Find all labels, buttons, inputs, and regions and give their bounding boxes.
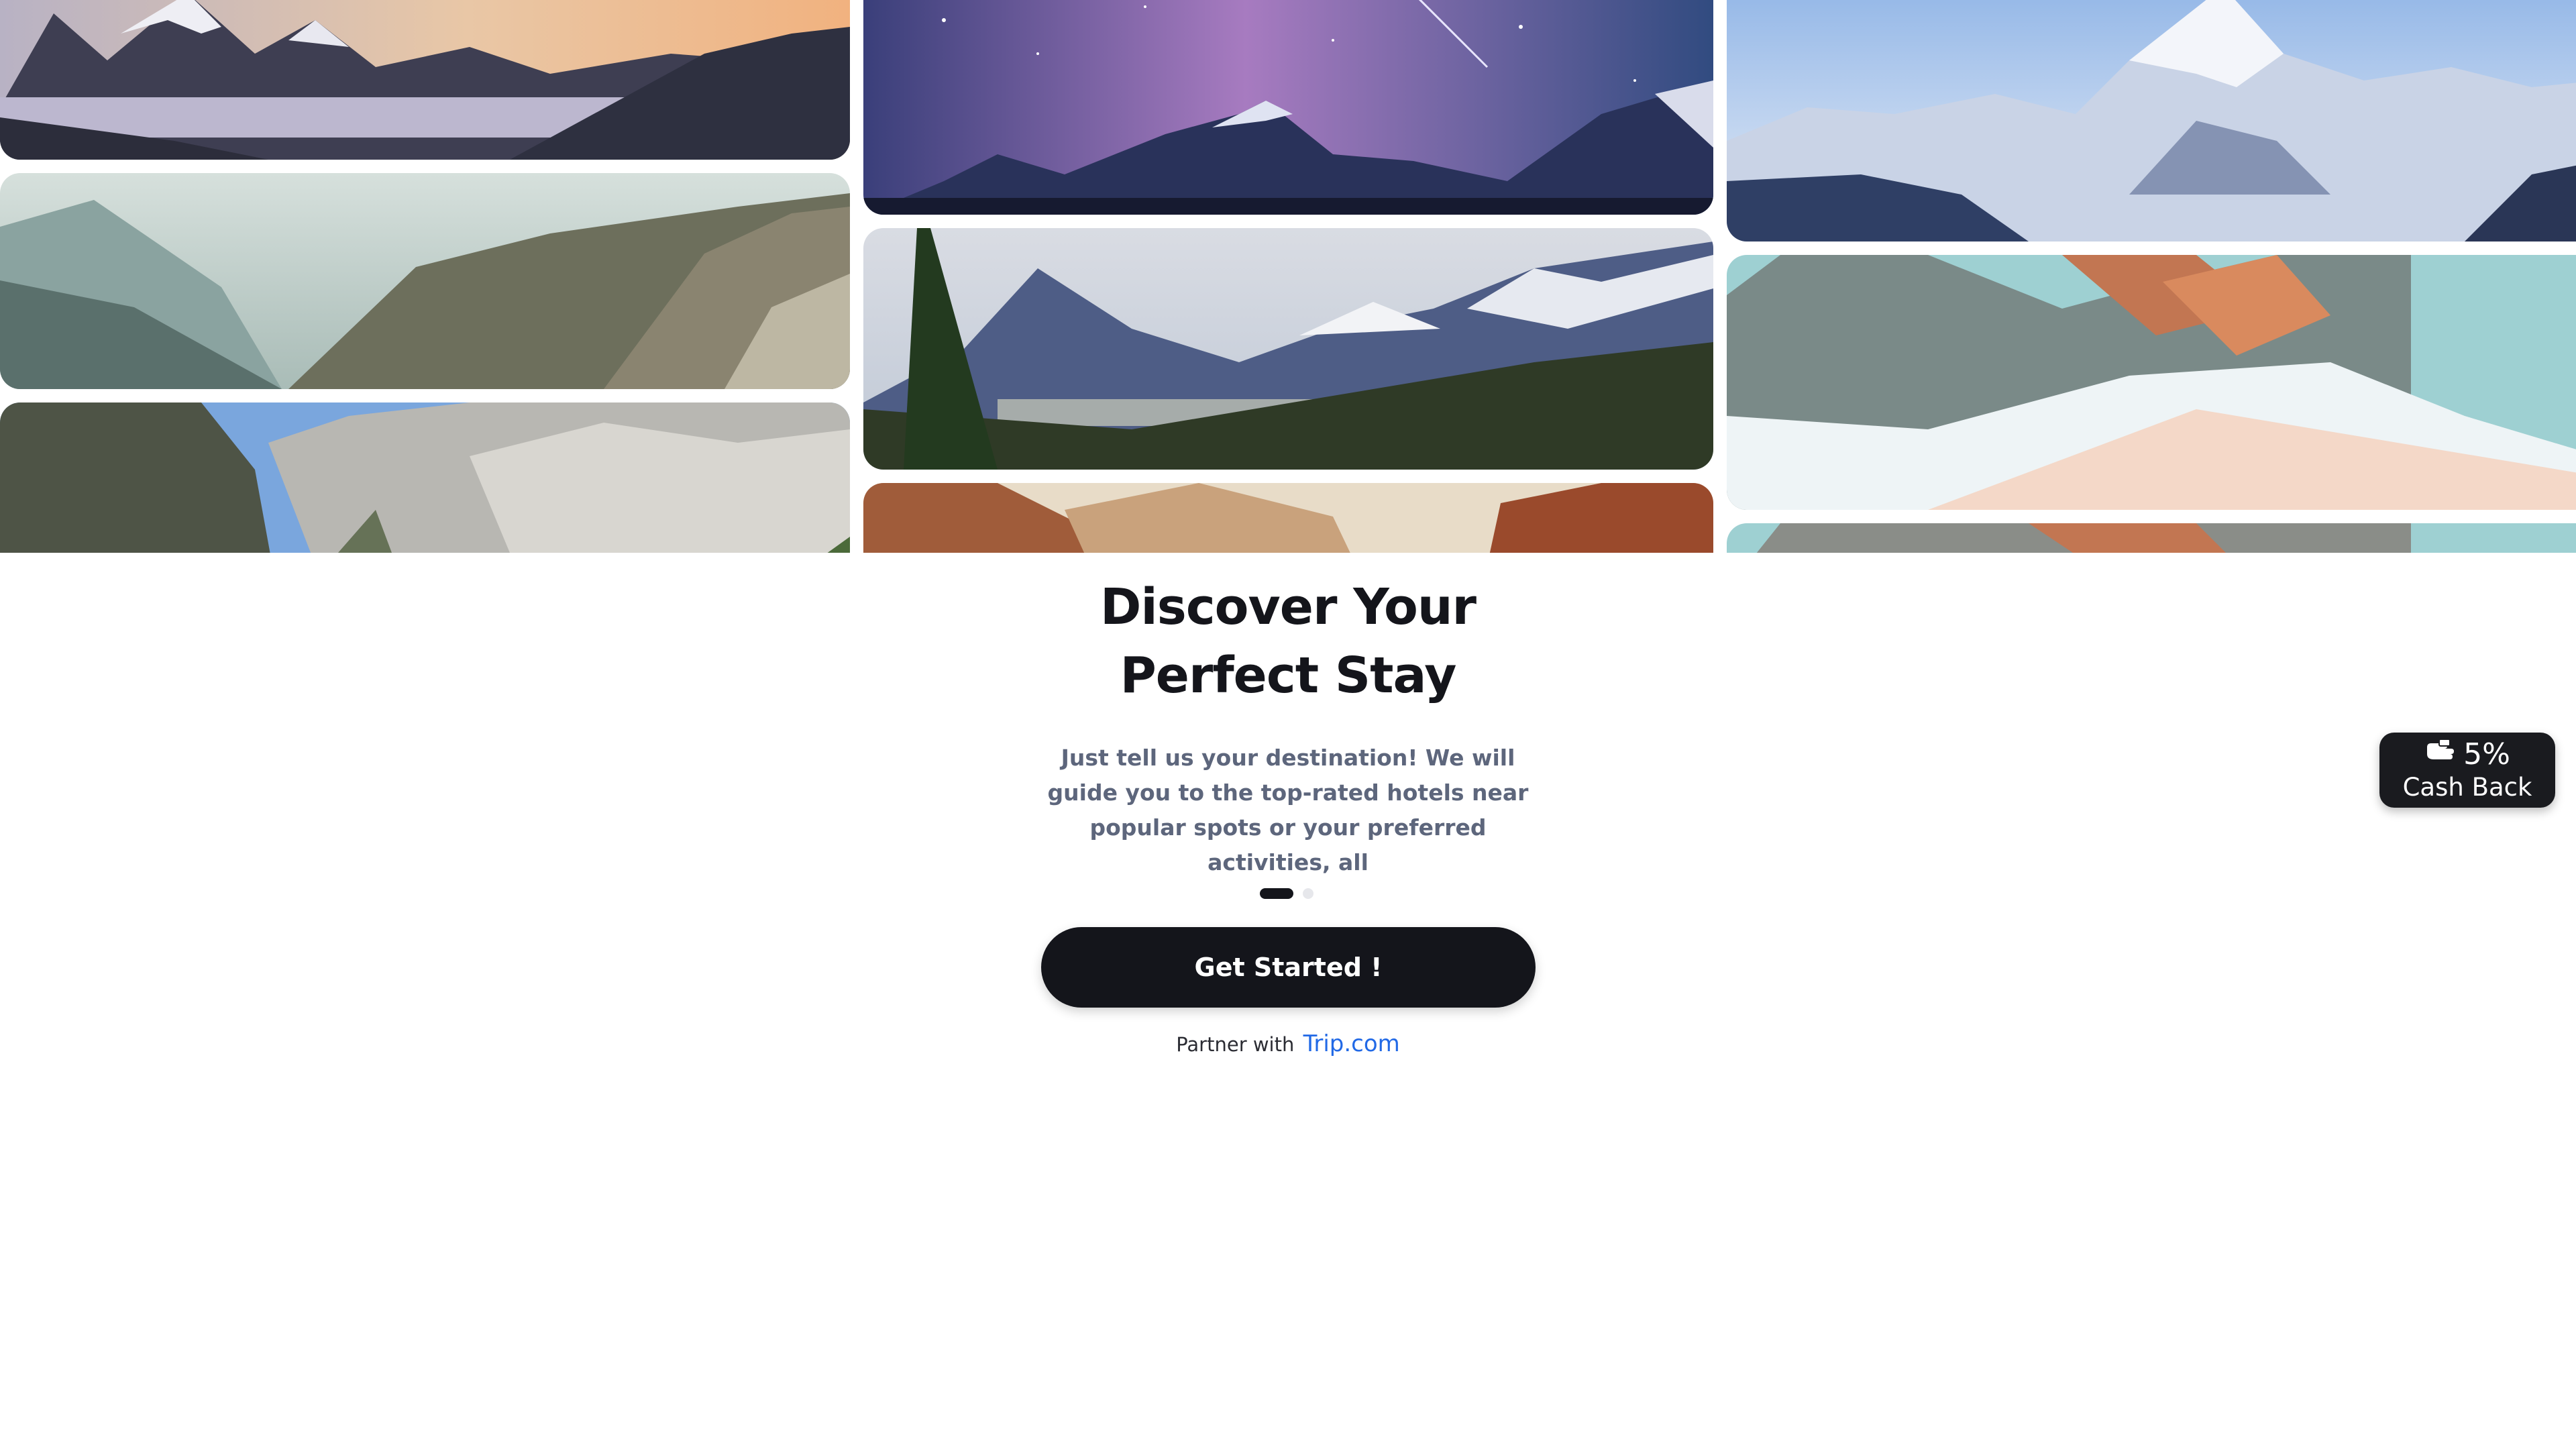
gallery-photo-dolomites-snow[interactable] <box>1727 255 2576 510</box>
mountain-photo-gallery <box>0 0 2576 553</box>
hand-money-icon <box>2424 738 2457 772</box>
gallery-photo-milky-way[interactable] <box>863 0 1713 215</box>
gallery-photo-dolomites-repeat[interactable] <box>1727 523 2576 553</box>
gallery-photo-snowy-summit[interactable] <box>1727 0 2576 241</box>
partner-line: Partner with Trip.com <box>1053 1030 1523 1057</box>
gallery-column-2 <box>863 0 1713 553</box>
gallery-photo-misty-valley[interactable] <box>0 173 850 389</box>
gallery-column-3 <box>1727 0 2576 553</box>
gallery-photo-sunset-peaks[interactable] <box>0 0 850 160</box>
pagination-dots <box>1260 888 1313 899</box>
pagination-dot-active[interactable] <box>1260 888 1293 899</box>
cash-back-label: Cash Back <box>2402 772 2532 802</box>
hero-subtitle: Just tell us your destination! We will g… <box>1047 745 1529 875</box>
cash-back-badge[interactable]: 5% Cash Back <box>2379 733 2555 808</box>
gallery-column-1 <box>0 0 850 553</box>
gallery-photo-green-valley[interactable] <box>863 228 1713 470</box>
page-title: Discover Your Perfect Stay <box>953 573 1623 710</box>
title-line-1: Discover Your <box>1099 578 1477 636</box>
partner-brand-link[interactable]: Trip.com <box>1303 1030 1400 1057</box>
cash-back-percent-row: 5% <box>2424 738 2510 772</box>
gallery-photo-red-canyon[interactable] <box>863 483 1713 553</box>
partner-prefix: Partner with <box>1176 1033 1295 1056</box>
pagination-dot[interactable] <box>1303 888 1313 899</box>
title-line-2: Perfect Stay <box>1120 647 1457 704</box>
cash-back-percent: 5% <box>2463 737 2510 771</box>
get-started-button[interactable]: Get Started ! <box>1041 927 1536 1008</box>
gallery-photo-rocky-canyon[interactable] <box>0 402 850 553</box>
